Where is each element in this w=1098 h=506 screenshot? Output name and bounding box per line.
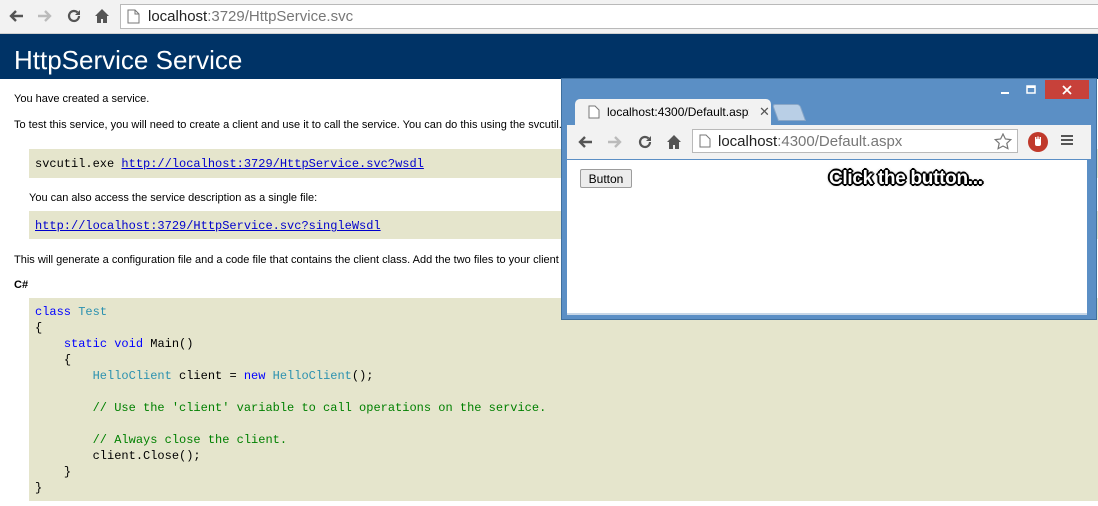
tab-title: localhost:4300/Default.aspx	[607, 105, 749, 119]
new-tab-button[interactable]	[771, 104, 807, 121]
forward-button[interactable]	[604, 131, 626, 153]
home-button[interactable]	[663, 131, 685, 153]
code-line: client.Close();	[92, 449, 201, 463]
address-url: localhost:3729/HttpService.svc	[148, 8, 354, 25]
popup-toolbar: localhost:4300/Default.aspx	[567, 125, 1091, 159]
popup-browser-window: localhost:4300/Default.aspx ✕ localhost:…	[561, 78, 1097, 320]
popup-address-url: localhost:4300/Default.aspx	[718, 133, 903, 150]
reload-icon	[638, 135, 652, 149]
close-window-button[interactable]	[1045, 80, 1089, 99]
page-icon	[127, 9, 140, 24]
reload-button[interactable]	[634, 131, 656, 153]
menu-button[interactable]	[1059, 132, 1077, 152]
minimize-button[interactable]	[992, 81, 1018, 99]
click-instruction-callout: Click the button...	[829, 168, 983, 189]
hamburger-menu-icon	[1061, 135, 1073, 145]
page-button[interactable]: Button	[580, 169, 632, 188]
page-icon	[588, 105, 600, 119]
home-button[interactable]	[91, 5, 113, 27]
forward-arrow-icon	[38, 10, 52, 22]
single-file-text: You can also access the service descript…	[29, 192, 318, 204]
reload-icon	[67, 9, 81, 23]
csharp-label: C#	[14, 279, 29, 291]
code-line: }	[35, 481, 43, 495]
back-arrow-icon	[9, 10, 23, 22]
maximize-icon	[1026, 85, 1036, 94]
created-text: You have created a service.	[14, 93, 150, 105]
popup-address-bar[interactable]: localhost:4300/Default.aspx	[692, 129, 1018, 153]
code-sample-box: class Test { static void Main() { HelloC…	[29, 298, 1098, 501]
adblock-extension-icon[interactable]	[1028, 132, 1048, 152]
maximize-button[interactable]	[1018, 81, 1044, 99]
browser-toolbar: localhost:3729/HttpService.svc	[0, 0, 1098, 34]
page-icon	[699, 134, 711, 148]
back-button[interactable]	[5, 5, 27, 27]
star-icon[interactable]	[994, 133, 1012, 150]
tab-close-icon[interactable]: ✕	[759, 104, 770, 120]
service-header: HttpService Service	[0, 34, 1098, 79]
back-button[interactable]	[574, 131, 596, 153]
forward-button[interactable]	[34, 5, 56, 27]
code-line: {	[35, 321, 43, 335]
home-icon	[95, 9, 109, 23]
back-arrow-icon	[578, 136, 592, 148]
home-icon	[667, 135, 681, 149]
popup-page-content: Button Click the button...	[567, 160, 1087, 315]
code-comment: // Always close the client.	[92, 433, 288, 447]
close-icon	[1062, 84, 1072, 95]
svcutil-command: svcutil.exe http://localhost:3729/HttpSe…	[35, 157, 424, 171]
code-line: static void Main()	[63, 337, 194, 351]
tab-default-aspx[interactable]: localhost:4300/Default.aspx ✕	[575, 99, 771, 126]
forward-arrow-icon	[608, 136, 622, 148]
code-line: {	[63, 353, 72, 367]
reload-button[interactable]	[63, 5, 85, 27]
page-title: HttpService Service	[14, 45, 243, 75]
code-line: class Test	[35, 305, 108, 319]
hand-icon	[1035, 136, 1041, 146]
single-wsdl-link[interactable]: http://localhost:3729/HttpService.svc?si…	[35, 219, 381, 233]
code-line: HelloClient client = new HelloClient();	[92, 369, 374, 383]
minimize-icon	[1001, 92, 1009, 94]
code-comment: // Use the 'client' variable to call ope…	[92, 401, 547, 415]
code-line: }	[63, 465, 72, 479]
address-bar[interactable]: localhost:3729/HttpService.svc	[120, 4, 1098, 29]
wsdl-link[interactable]: http://localhost:3729/HttpService.svc?ws…	[121, 157, 423, 171]
